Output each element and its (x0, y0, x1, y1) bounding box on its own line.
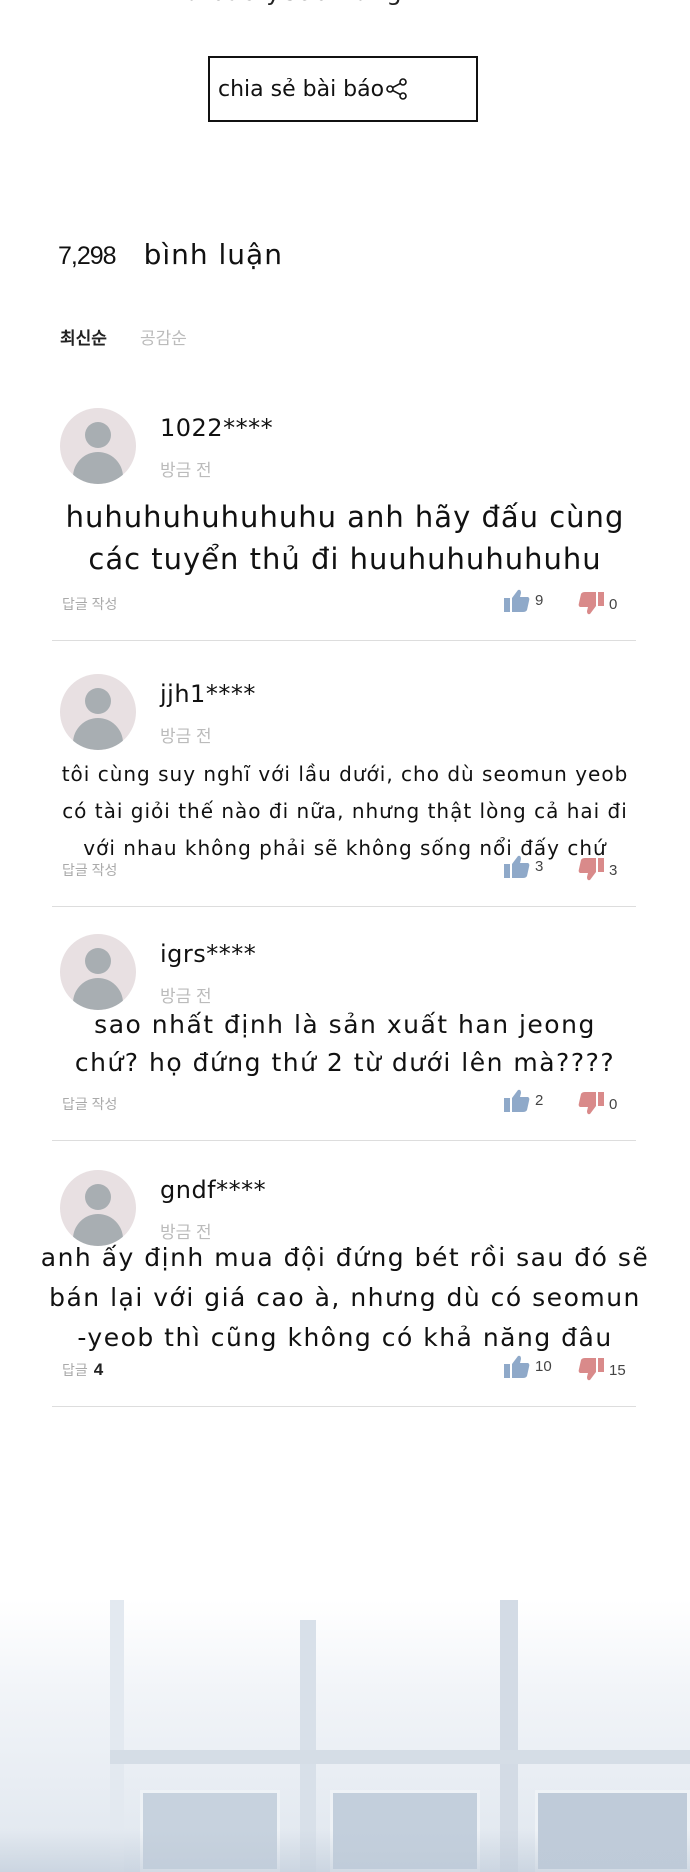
thumbs-down-icon (578, 592, 604, 615)
like-button[interactable]: 2 (504, 1088, 543, 1112)
thumbs-down-icon (578, 1358, 604, 1381)
comment-count: 7,298 (58, 242, 117, 270)
reply-button[interactable]: 답글 작성 (62, 860, 123, 880)
comment-count-label: bình luận (143, 238, 283, 271)
cut-off-heading: Như bao yeob hùng hi (150, 0, 550, 8)
thumbs-up-icon (504, 1089, 530, 1112)
dislike-button[interactable]: 15 (578, 1358, 626, 1382)
reply-label: 답글 작성 (62, 1096, 118, 1112)
like-count: 9 (535, 591, 544, 609)
thumbs-down-icon (578, 1092, 604, 1115)
dislike-count: 15 (609, 1361, 626, 1379)
divider (52, 906, 636, 907)
like-count: 10 (535, 1357, 552, 1375)
like-count: 2 (535, 1091, 544, 1109)
user-avatar-icon (60, 1170, 136, 1246)
comment-text: sao nhất định là sản xuất han jeong chứ?… (74, 1010, 616, 1077)
share-article-button[interactable]: chia sẻ bài báo (208, 56, 478, 122)
thumbs-down-icon (578, 858, 604, 881)
reply-label: 답글 작성 (62, 596, 118, 612)
comment-username: igrs**** (160, 940, 257, 968)
comment-text: huhuhuhuhuhuhu anh hãy đấu cùng các tuyể… (65, 500, 625, 576)
thumbs-up-icon (504, 1355, 530, 1378)
comment-text: anh ấy định mua đội đứng bét rồi sau đó … (40, 1243, 650, 1352)
comment-username: gndf**** (160, 1176, 267, 1204)
dislike-button[interactable]: 0 (578, 592, 617, 616)
like-count: 3 (535, 857, 544, 875)
comment-time: 방금 전 (160, 727, 212, 746)
thumbs-up-icon (504, 855, 530, 878)
thumbs-up-icon (504, 589, 530, 612)
like-button[interactable]: 3 (504, 854, 543, 878)
reply-button[interactable]: 답글 4 (62, 1360, 103, 1380)
divider (52, 1406, 636, 1407)
reply-button[interactable]: 답글 작성 (62, 594, 123, 614)
sort-likes-tab[interactable]: 공감순 (140, 324, 187, 349)
dislike-button[interactable]: 0 (578, 1092, 617, 1116)
dislike-button[interactable]: 3 (578, 858, 617, 882)
share-label: chia sẻ bài báo (218, 76, 385, 102)
window-illustration (0, 1600, 690, 1872)
dislike-count: 0 (609, 595, 618, 613)
like-button[interactable]: 9 (504, 588, 543, 612)
sort-latest-tab[interactable]: 최신순 (60, 324, 107, 349)
dislike-count: 0 (609, 1095, 618, 1113)
user-avatar-icon (60, 674, 136, 750)
comment-time: 방금 전 (160, 987, 212, 1006)
user-avatar-icon (60, 934, 136, 1010)
reply-label: 답글 (62, 1362, 88, 1378)
divider (52, 1140, 636, 1141)
reply-count: 4 (93, 1360, 104, 1379)
dislike-count: 3 (609, 861, 618, 879)
divider (52, 640, 636, 641)
comment-text: tôi cùng suy nghĩ với lầu dưới, cho dù s… (61, 762, 629, 860)
comment-time: 방금 전 (160, 461, 212, 480)
user-avatar-icon (60, 408, 136, 484)
comment-username: 1022**** (160, 414, 274, 442)
like-button[interactable]: 10 (504, 1354, 552, 1378)
reply-button[interactable]: 답글 작성 (62, 1094, 123, 1114)
comment-username: jjh1**** (160, 680, 256, 708)
comment-count-row: 7,298 bình luận (58, 238, 283, 271)
share-icon (386, 78, 407, 100)
reply-label: 답글 작성 (62, 862, 118, 878)
